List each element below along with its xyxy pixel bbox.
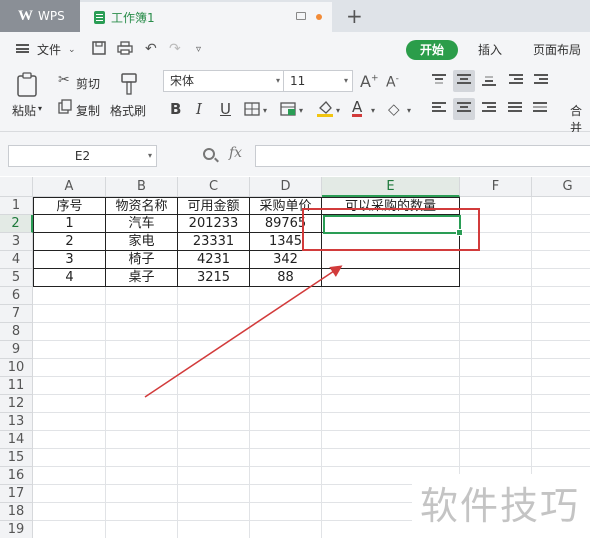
- increase-font-icon[interactable]: A+: [360, 72, 379, 91]
- title-bar: W WPS 工作簿1 +: [0, 0, 590, 32]
- cut-button[interactable]: 剪切: [76, 75, 100, 92]
- bold-icon[interactable]: B: [170, 100, 181, 118]
- align-left-icon[interactable]: [432, 102, 446, 114]
- eraser-icon[interactable]: ◇: [388, 100, 400, 118]
- menu-bar: 文件 ⌄ ↶ ↷ ▿ 开始 插入 页面布局: [0, 32, 590, 66]
- scissors-icon[interactable]: ✂: [58, 72, 70, 88]
- wps-tab-label: WPS: [38, 9, 65, 23]
- chevron-down-icon: ▾: [147, 151, 152, 160]
- new-tab-plus-icon[interactable]: +: [346, 4, 363, 28]
- format-painter-icon[interactable]: [119, 72, 139, 96]
- merge-center-button[interactable]: 合并: [570, 102, 590, 136]
- format-painter-button[interactable]: 格式刷: [110, 102, 146, 119]
- decrease-font-icon[interactable]: A-: [386, 74, 399, 91]
- chevron-down-icon[interactable]: ▾: [263, 106, 267, 115]
- document-tab-label: 工作簿1: [111, 10, 155, 25]
- monitor-icon[interactable]: [296, 12, 306, 20]
- copy-button[interactable]: 复制: [76, 102, 100, 119]
- paste-dropdown-icon[interactable]: ▾: [38, 104, 42, 113]
- save-icon[interactable]: [92, 41, 106, 55]
- fx-icon[interactable]: fx: [229, 145, 242, 161]
- copy-icon[interactable]: [58, 99, 72, 114]
- font-color-icon[interactable]: A: [352, 100, 363, 117]
- document-tab[interactable]: 工作簿1: [80, 2, 332, 32]
- decrease-indent-icon[interactable]: [509, 74, 523, 86]
- tab-insert[interactable]: 插入: [478, 41, 502, 58]
- paste-button[interactable]: 粘贴: [12, 102, 36, 119]
- align-middle-icon[interactable]: [457, 74, 471, 86]
- unsaved-dot-icon: [316, 14, 322, 20]
- increase-indent-icon[interactable]: [534, 74, 548, 86]
- underline-icon[interactable]: U: [220, 100, 231, 118]
- paste-icon[interactable]: [16, 72, 40, 98]
- file-dropdown-chevron-icon[interactable]: ⌄: [68, 45, 76, 55]
- formula-input[interactable]: [255, 145, 590, 167]
- font-name-value: 宋体: [170, 74, 195, 88]
- name-box-value: E2: [74, 149, 91, 163]
- formula-bar: E2 ▾ fx: [0, 132, 590, 176]
- watermark-text: 软件技巧: [412, 474, 590, 538]
- spreadsheet-icon: [94, 10, 105, 24]
- align-top-icon[interactable]: [432, 74, 446, 86]
- undo-icon[interactable]: ↶: [145, 41, 157, 57]
- italic-icon[interactable]: I: [196, 100, 202, 118]
- chevron-down-icon: ▾: [275, 76, 280, 85]
- chevron-down-icon[interactable]: ▾: [336, 106, 340, 115]
- chevron-down-icon[interactable]: ▾: [299, 106, 303, 115]
- borders-icon[interactable]: [244, 102, 260, 116]
- justify-icon[interactable]: [508, 102, 522, 114]
- zoom-icon[interactable]: [203, 148, 215, 160]
- tab-start[interactable]: 开始: [406, 40, 458, 60]
- chevron-down-icon: ▾: [343, 76, 348, 85]
- wps-logo-icon: W: [18, 7, 33, 24]
- align-center-icon[interactable]: [457, 102, 471, 114]
- fill-color-icon[interactable]: [316, 100, 334, 118]
- customize-toolbar-icon[interactable]: ▿: [196, 44, 201, 55]
- cell-style-icon[interactable]: [280, 102, 296, 116]
- font-size-select[interactable]: 11 ▾: [283, 70, 353, 92]
- wps-home-tab[interactable]: W WPS: [0, 0, 80, 32]
- name-box[interactable]: E2 ▾: [8, 145, 157, 167]
- chevron-down-icon[interactable]: ▾: [407, 106, 411, 115]
- align-right-icon[interactable]: [482, 102, 496, 114]
- file-menu[interactable]: 文件: [37, 41, 61, 58]
- tab-page-layout[interactable]: 页面布局: [533, 41, 581, 58]
- redo-icon[interactable]: ↷: [169, 41, 181, 57]
- font-name-select[interactable]: 宋体 ▾: [163, 70, 285, 92]
- distributed-align-icon[interactable]: [533, 102, 547, 114]
- print-icon[interactable]: [117, 41, 133, 55]
- align-bottom-icon[interactable]: [482, 76, 496, 88]
- chevron-down-icon[interactable]: ▾: [371, 106, 375, 115]
- hamburger-menu-icon[interactable]: [16, 44, 29, 53]
- ribbon-toolbar: 粘贴 ▾ ✂ 剪切 复制 格式刷 宋体 ▾ 11 ▾ A+ A- B I U ▾…: [0, 66, 590, 135]
- spreadsheet-grid[interactable]: A B C D E F G 1 2 3 4 5 6 7 8 9 10 11 12 13 14 15 16 17 1…: [0, 177, 590, 538]
- font-size-value: 11: [290, 74, 306, 88]
